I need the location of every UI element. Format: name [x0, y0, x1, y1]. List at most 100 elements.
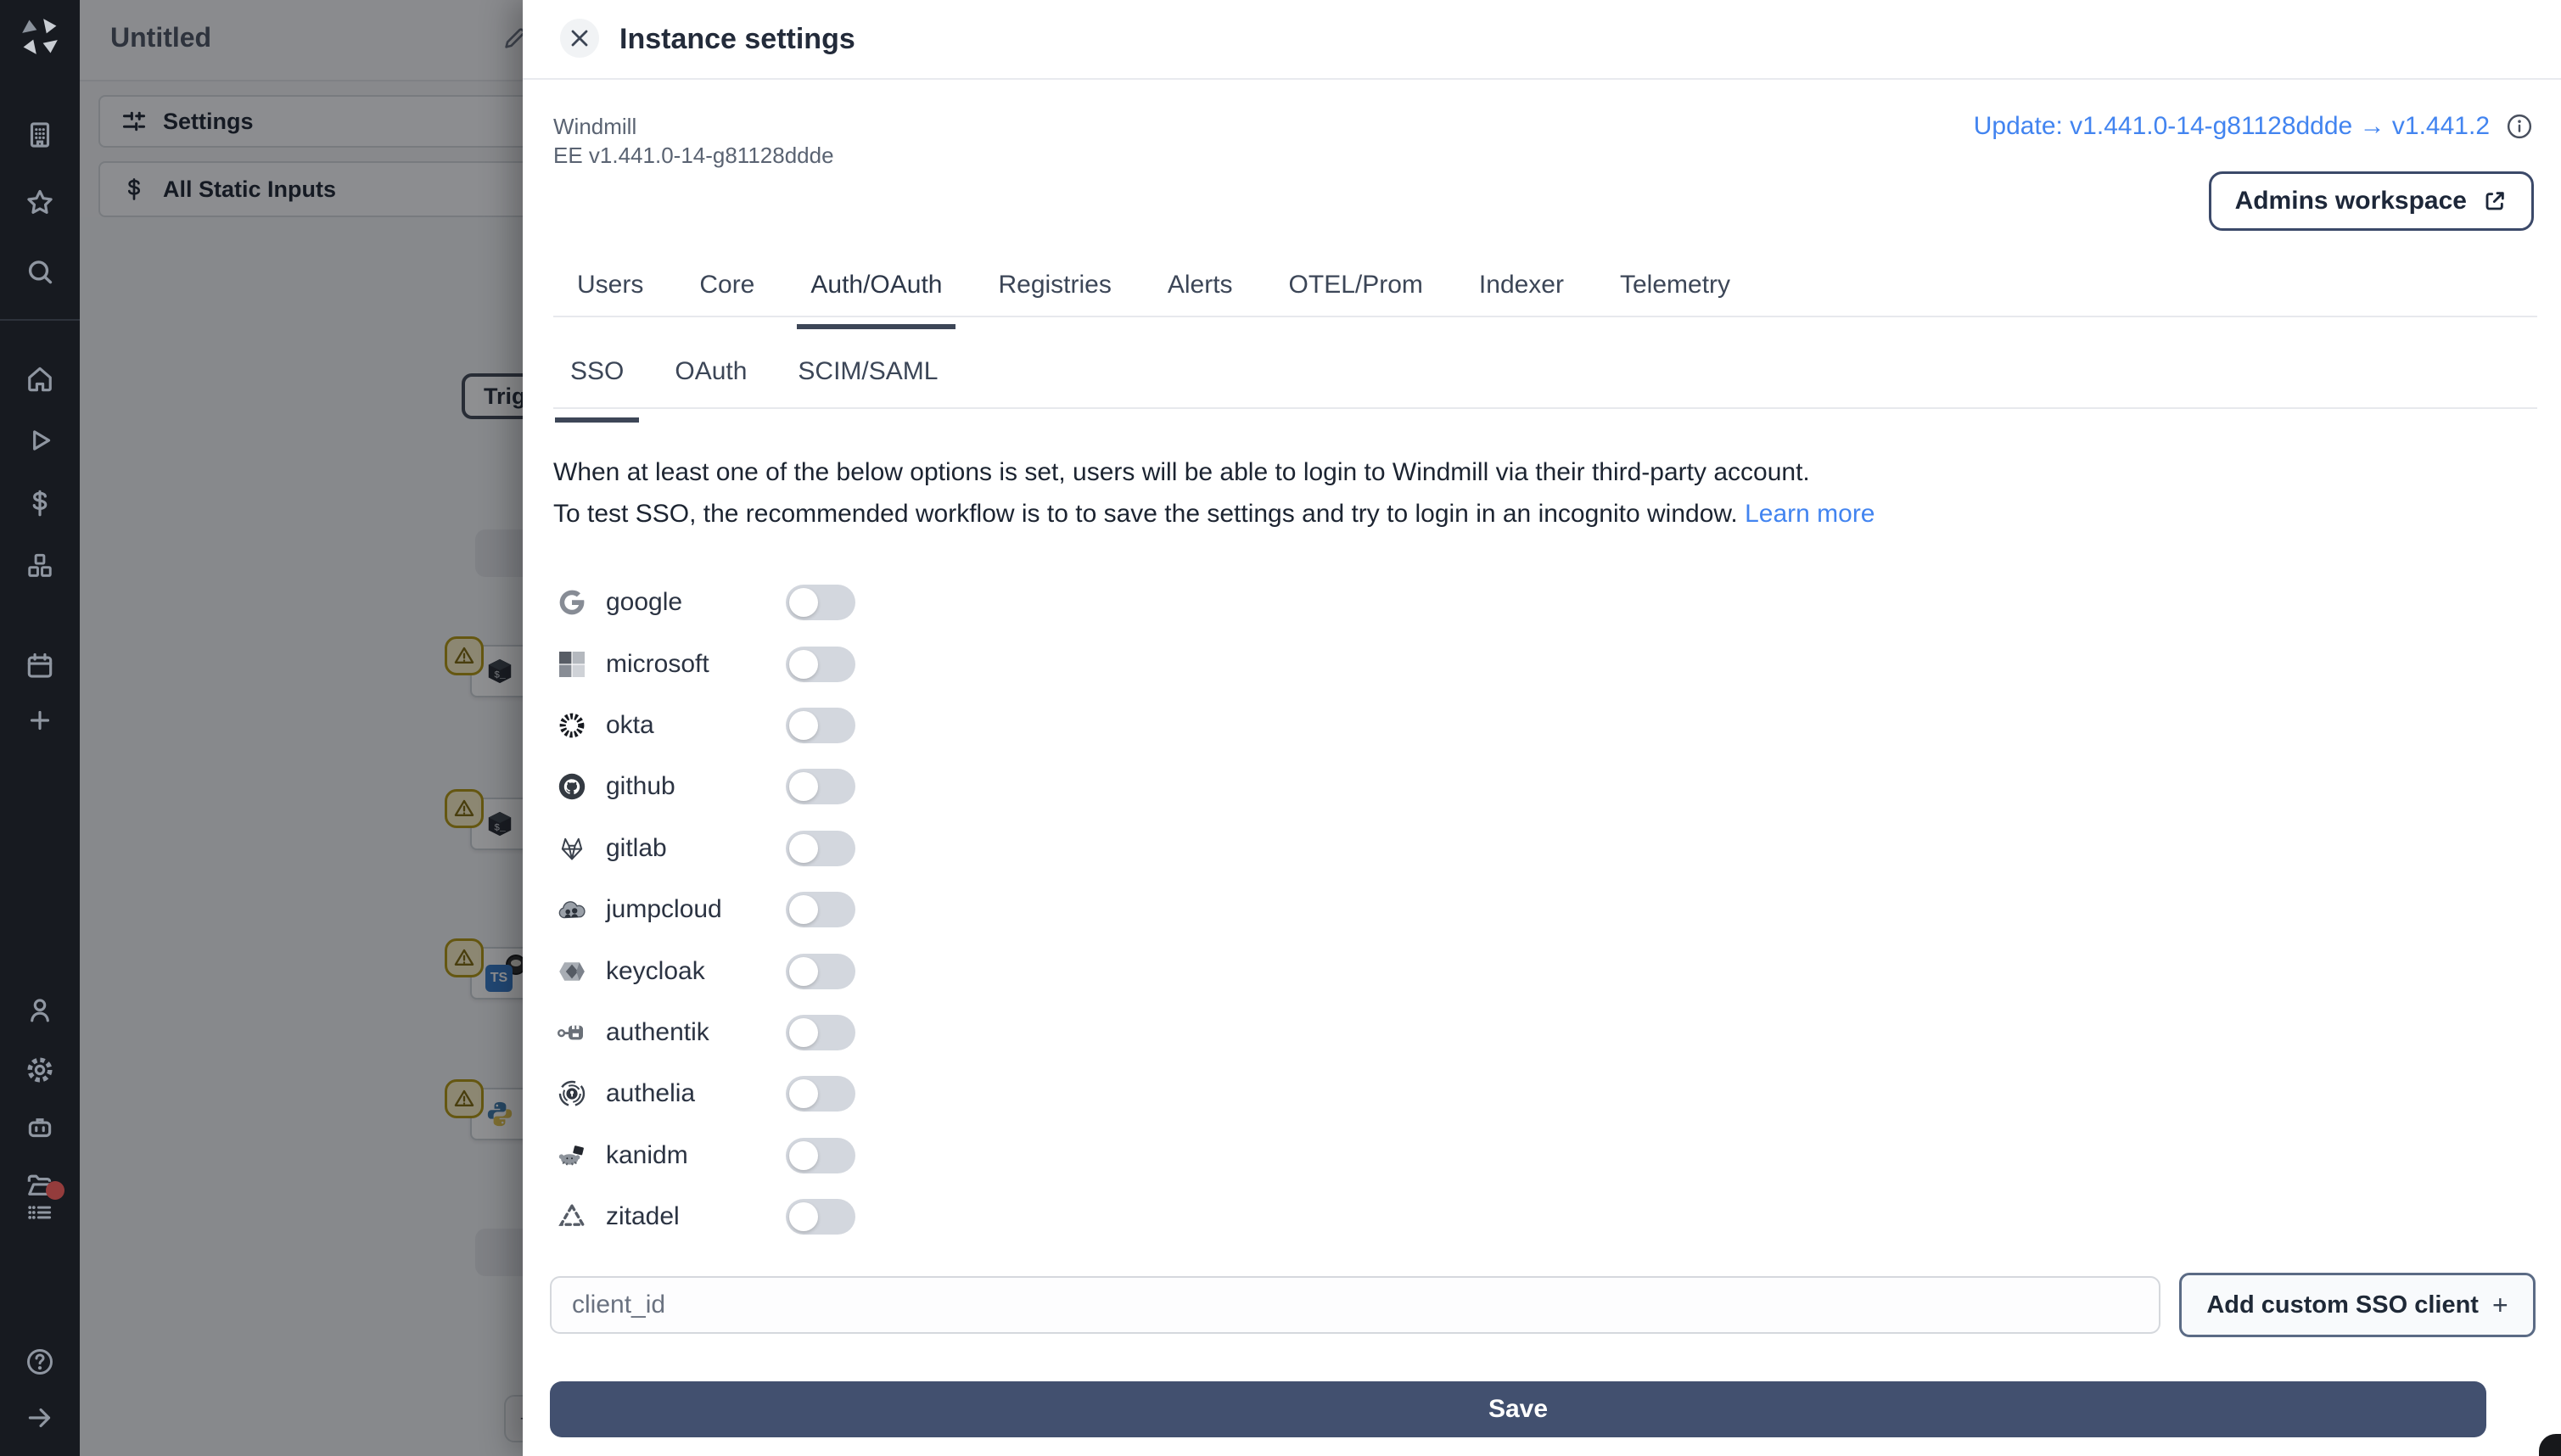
jumpcloud-toggle[interactable] — [786, 892, 855, 928]
corner-widget — [2539, 1434, 2561, 1456]
custom-sso-row: Add custom SSO client + — [550, 1273, 2536, 1337]
tab-core[interactable]: Core — [699, 268, 754, 316]
update-link[interactable]: Update: v1.441.0-14-g81128ddde → v1.441.… — [1974, 112, 2490, 141]
close-icon[interactable] — [560, 19, 599, 58]
add-custom-sso-label: Add custom SSO client — [2206, 1291, 2479, 1319]
provider-row-kanidm: kanidm — [557, 1125, 855, 1186]
version-string: EE v1.441.0-14-g81128ddde — [553, 143, 834, 168]
add-plus-icon[interactable] — [24, 704, 56, 736]
auth-subtabs: SSO OAuth SCIM/SAML — [553, 351, 2537, 423]
keycloak-toggle[interactable] — [786, 953, 855, 989]
provider-label: kanidm — [606, 1140, 688, 1169]
provider-label: microsoft — [606, 649, 709, 678]
provider-row-authentik: authentik — [557, 1002, 855, 1063]
provider-label: authelia — [606, 1079, 696, 1108]
runs-play-icon[interactable] — [24, 424, 56, 456]
help-question-icon[interactable] — [24, 1346, 56, 1378]
sidebar-divider — [0, 319, 80, 321]
queue-list-icon[interactable] — [24, 1196, 56, 1229]
admins-workspace-button[interactable]: Admins workspace — [2208, 171, 2534, 231]
sso-description-line1: When at least one of the below options i… — [553, 458, 1810, 486]
microsoft-toggle[interactable] — [786, 646, 855, 682]
schedules-calendar-icon[interactable] — [24, 650, 56, 682]
authentik-logo-icon — [557, 1017, 587, 1048]
github-logo-icon — [557, 771, 587, 802]
provider-row-okta: okta — [557, 695, 855, 756]
sso-description: When at least one of the below options i… — [553, 451, 1875, 535]
kanidm-logo-icon — [557, 1140, 587, 1171]
zitadel-logo-icon — [557, 1201, 587, 1232]
sso-providers-list: google microsoft okta github gitlab jump… — [557, 572, 855, 1247]
google-logo-icon — [557, 587, 587, 618]
authentik-toggle[interactable] — [786, 1014, 855, 1050]
okta-toggle[interactable] — [786, 707, 855, 743]
provider-row-gitlab: gitlab — [557, 818, 855, 879]
plus-icon: + — [2491, 1289, 2508, 1320]
provider-row-google: google — [557, 572, 855, 633]
admins-workspace-label: Admins workspace — [2234, 187, 2467, 215]
provider-label: okta — [606, 710, 654, 739]
notification-dot — [46, 1181, 64, 1200]
okta-logo-icon — [557, 710, 587, 741]
provider-row-jumpcloud: jumpcloud — [557, 879, 855, 940]
apps-building-icon[interactable] — [24, 119, 56, 151]
jumpcloud-logo-icon — [557, 894, 587, 925]
user-person-icon[interactable] — [24, 994, 56, 1027]
microsoft-logo-icon — [557, 649, 587, 680]
home-icon[interactable] — [24, 363, 56, 395]
collapse-arrow-icon[interactable] — [24, 1402, 56, 1434]
authelia-toggle[interactable] — [786, 1076, 855, 1112]
provider-label: zitadel — [606, 1202, 680, 1231]
provider-row-keycloak: keycloak — [557, 940, 855, 1001]
provider-label: authentik — [606, 1017, 709, 1046]
google-toggle[interactable] — [786, 585, 855, 621]
learn-more-link[interactable]: Learn more — [1745, 500, 1875, 528]
client-id-input[interactable] — [550, 1276, 2160, 1334]
provider-label: jumpcloud — [606, 895, 722, 924]
keycloak-logo-icon — [557, 956, 587, 987]
subtab-oauth[interactable]: OAuth — [675, 351, 747, 407]
windmill-app: Untitled Settings All Static Inputs Trig… — [0, 0, 2561, 1456]
gitlab-logo-icon — [557, 833, 587, 864]
provider-row-microsoft: microsoft — [557, 633, 855, 694]
workers-robot-icon[interactable] — [24, 1112, 56, 1144]
provider-row-github: github — [557, 756, 855, 817]
subtab-scim-saml[interactable]: SCIM/SAML — [798, 351, 938, 407]
provider-label: keycloak — [606, 956, 705, 985]
update-row: Update: v1.441.0-14-g81128ddde → v1.441.… — [1974, 112, 2534, 141]
subtab-sso[interactable]: SSO — [555, 351, 639, 423]
tab-registries[interactable]: Registries — [998, 268, 1111, 316]
tab-users[interactable]: Users — [577, 268, 643, 316]
provider-row-authelia: authelia — [557, 1063, 855, 1124]
tab-otel-prom[interactable]: OTEL/Prom — [1289, 268, 1423, 316]
variables-dollar-icon[interactable] — [24, 487, 56, 519]
settings-tabs: Users Core Auth/OAuth Registries Alerts … — [553, 268, 2537, 329]
save-button[interactable]: Save — [550, 1381, 2486, 1437]
provider-row-zitadel: zitadel — [557, 1186, 855, 1247]
authelia-logo-icon — [557, 1078, 587, 1109]
drawer-header: Instance settings — [523, 0, 2561, 80]
tab-alerts[interactable]: Alerts — [1168, 268, 1233, 316]
github-toggle[interactable] — [786, 769, 855, 805]
settings-gear-icon[interactable] — [24, 1054, 56, 1086]
kanidm-toggle[interactable] — [786, 1137, 855, 1173]
tab-auth-oauth[interactable]: Auth/OAuth — [797, 268, 955, 329]
windmill-logo-icon — [19, 15, 61, 58]
provider-label: google — [606, 588, 683, 617]
add-custom-sso-button[interactable]: Add custom SSO client + — [2179, 1273, 2536, 1337]
favorites-star-icon[interactable] — [24, 187, 56, 219]
product-name: Windmill — [553, 114, 637, 139]
version-info: Windmill EE v1.441.0-14-g81128ddde — [553, 112, 834, 170]
gitlab-toggle[interactable] — [786, 830, 855, 866]
tab-indexer[interactable]: Indexer — [1479, 268, 1564, 316]
search-icon[interactable] — [24, 256, 56, 288]
instance-settings-drawer: Instance settings Windmill EE v1.441.0-1… — [523, 0, 2561, 1456]
tab-telemetry[interactable]: Telemetry — [1620, 268, 1730, 316]
zitadel-toggle[interactable] — [786, 1199, 855, 1235]
info-icon[interactable] — [2505, 112, 2534, 141]
resources-cubes-icon[interactable] — [24, 550, 56, 582]
provider-label: gitlab — [606, 833, 667, 862]
drawer-title: Instance settings — [619, 23, 855, 55]
sidebar — [0, 0, 80, 1456]
provider-label: github — [606, 772, 675, 801]
